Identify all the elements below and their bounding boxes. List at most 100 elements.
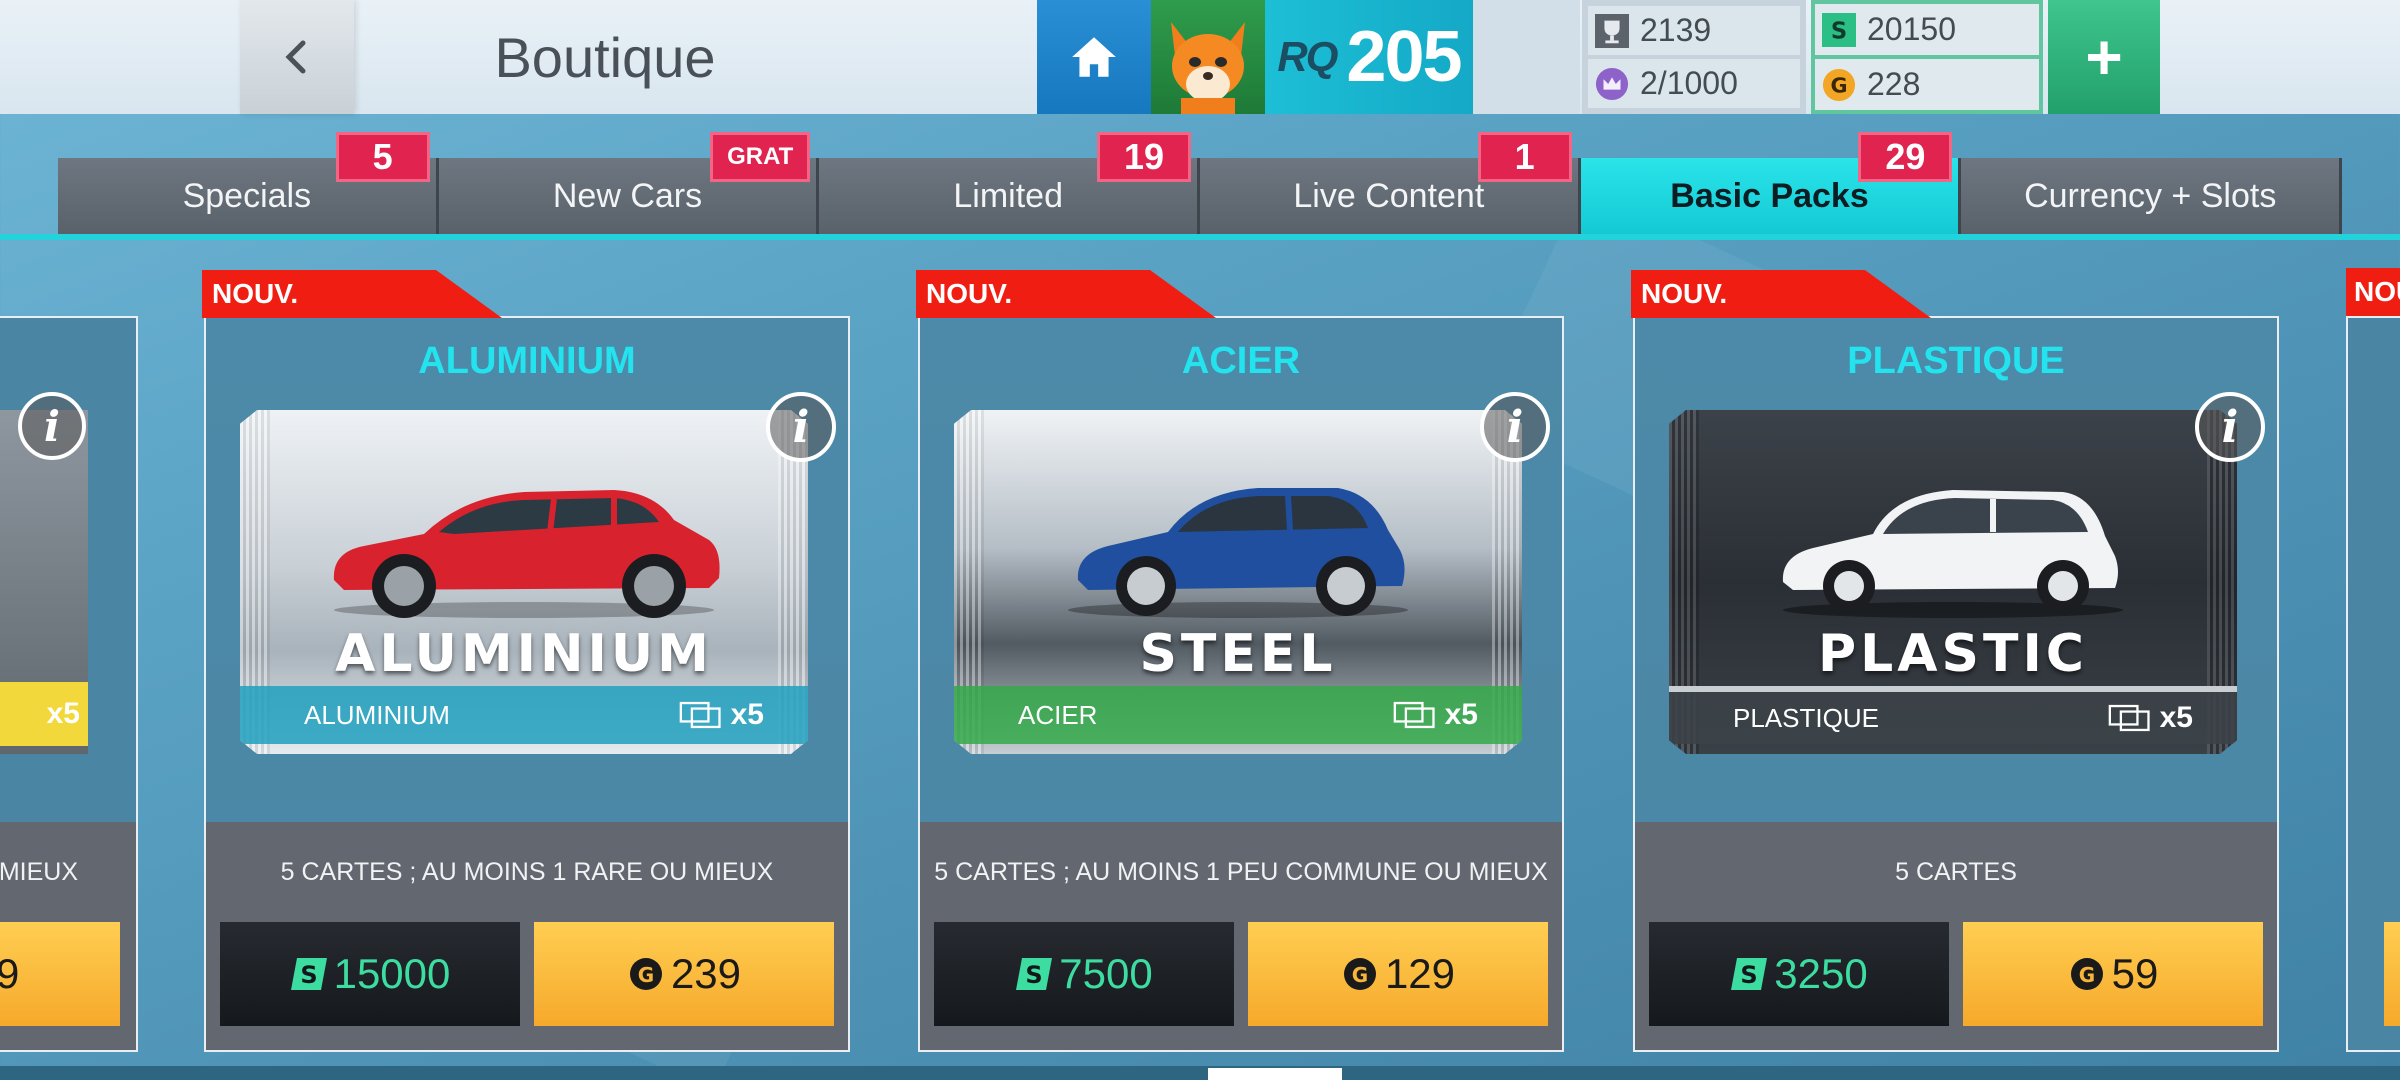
pack-card-partial-right[interactable] — [2346, 316, 2400, 1052]
home-button[interactable] — [1037, 0, 1151, 114]
rank-display[interactable]: RQ 205 — [1265, 0, 1473, 114]
buy-gold-button-partial[interactable] — [2384, 922, 2400, 1026]
gold-icon: G — [2068, 955, 2106, 993]
player-stats[interactable]: 2139 2/1000 — [1582, 0, 1806, 114]
pack-strip-label: ACIER — [1018, 699, 1098, 730]
cash-price: 15000 — [333, 950, 451, 997]
buy-row: S 7500 G 129 — [920, 922, 1562, 1050]
trophy-icon — [1594, 13, 1630, 49]
cards-stack-icon — [2108, 704, 2150, 732]
crowns-value: 2/1000 — [1640, 65, 1738, 101]
buy-row: 9 — [0, 922, 136, 1050]
tab-badge: 19 — [1097, 132, 1192, 182]
rank-spacer — [1473, 0, 1580, 114]
gold-price: 59 — [2111, 950, 2159, 997]
tab-label: Live Content — [1293, 176, 1485, 215]
tab-new-cars[interactable]: New Cars GRAT — [438, 132, 820, 234]
new-ribbon: NOUV. — [1631, 270, 1931, 318]
bottom-bar — [0, 1066, 2400, 1080]
info-icon[interactable]: i — [18, 392, 86, 460]
pack-name: PLASTIQUE — [1847, 340, 2065, 382]
gold-row: G 228 — [1815, 59, 2039, 110]
tab-badge: 1 — [1477, 132, 1572, 182]
pack-card-acier[interactable]: NOUV. ACIER STEEL ACIER x5 i 5 CARTES ; … — [916, 270, 1564, 1052]
cash-row: S 20150 — [1815, 4, 2039, 55]
info-icon[interactable]: i — [2195, 392, 2265, 462]
back-button[interactable] — [240, 0, 354, 114]
buy-row: S 15000 G 239 — [206, 922, 848, 1050]
svg-text:G: G — [2078, 963, 2094, 987]
buy-cash-button[interactable]: S 15000 — [220, 922, 520, 1026]
tab-currency-slots[interactable]: Currency + Slots — [1961, 158, 2343, 234]
svg-text:G: G — [1830, 73, 1847, 97]
gold-price: 9 — [0, 950, 20, 997]
rank-label: RQ — [1277, 33, 1338, 80]
pack-description: 5 CARTES ; AU MOINS 1 PEU COMMUNE OU MIE… — [920, 822, 1562, 922]
new-ribbon-partial: NOU — [2346, 268, 2400, 316]
pack-strip-label: ALUMINIUM — [304, 699, 450, 730]
add-currency-button[interactable]: + — [2048, 0, 2160, 114]
tab-live-content[interactable]: Live Content 1 — [1200, 132, 1581, 234]
svg-text:S: S — [1831, 18, 1847, 44]
currency-stats[interactable]: S 20150 G 228 — [1811, 0, 2043, 114]
info-icon[interactable]: i — [1480, 392, 1550, 462]
trophies-value: 2139 — [1640, 12, 1712, 48]
shop-tabs: Specials 5 New Cars GRAT Limited 19 Live… — [58, 132, 2343, 234]
gold-icon: G — [1821, 67, 1857, 103]
cash-icon: S — [1730, 955, 1768, 993]
tab-basic-packs[interactable]: Basic Packs 29 — [1580, 132, 1962, 234]
gold-value: 228 — [1867, 66, 1921, 102]
blue-hatchback-car-icon — [1068, 488, 1408, 618]
cash-icon: S — [290, 955, 328, 993]
buy-row: S 3250 G 59 — [1635, 922, 2277, 1050]
pack-card-plastique[interactable]: NOUV. PLASTIQUE PLASTIC PLASTIQUE x5 i 5… — [1631, 270, 2279, 1052]
buy-cash-button[interactable]: S 7500 — [934, 922, 1234, 1026]
pack-card-partial-left[interactable]: x5 i MIEUX 9 — [0, 316, 138, 1052]
pack-description: 5 CARTES — [1635, 822, 2277, 922]
tab-limited[interactable]: Limited 19 — [819, 132, 1201, 234]
pack-strip: ACIER x5 — [954, 686, 1522, 744]
pack-strip: PLASTIQUE x5 — [1669, 686, 2237, 744]
scroll-indicator[interactable] — [1208, 1068, 1342, 1080]
tab-underline — [0, 234, 2400, 240]
tab-badge: GRAT — [710, 132, 811, 182]
svg-text:S: S — [1741, 961, 1758, 989]
fox-avatar-icon — [1171, 22, 1245, 114]
tab-label: Specials — [182, 176, 312, 215]
new-ribbon: NOUV. — [916, 270, 1216, 318]
white-hatchback-car-icon — [1782, 490, 2123, 618]
pack-name: ACIER — [1181, 340, 1301, 382]
cards-stack-icon — [679, 701, 721, 729]
pack-image: ALUMINIUM ALUMINIUM x5 — [240, 410, 808, 754]
red-wagon-car-icon — [333, 490, 720, 618]
pack-name: ALUMINIUM — [418, 340, 636, 382]
card-count: x5 — [1393, 698, 1478, 732]
buy-gold-button[interactable]: G 59 — [1963, 922, 2263, 1026]
card-count-value: x5 — [1444, 698, 1478, 731]
tab-badge: 5 — [335, 132, 430, 182]
home-icon — [1072, 37, 1116, 77]
cash-price: 7500 — [1059, 950, 1153, 997]
buy-gold-button[interactable]: G 239 — [534, 922, 834, 1026]
card-count: x5 — [2108, 701, 2193, 735]
svg-text:G: G — [638, 963, 654, 987]
top-bar-tail — [2160, 0, 2400, 114]
buy-cash-button[interactable]: S 3250 — [1649, 922, 1949, 1026]
pack-title: PLASTIC — [1818, 624, 2088, 684]
pack-card-aluminium[interactable]: NOUV. ALUMINIUM ALUMINIUM ALUMINIUM x5 i… — [202, 270, 850, 1052]
tab-specials[interactable]: Specials 5 — [58, 132, 439, 234]
trophies-row: 2139 — [1588, 6, 1800, 55]
buy-gold-button[interactable]: G 129 — [1248, 922, 1548, 1026]
gold-price: 239 — [670, 950, 742, 997]
gold-icon: G — [627, 955, 665, 993]
page-title: Boutique — [494, 25, 716, 89]
cash-icon: S — [1821, 12, 1857, 48]
card-count-value: x5 — [2159, 701, 2193, 734]
crowns-row: 2/1000 — [1588, 59, 1800, 108]
tab-badge: 29 — [1858, 132, 1953, 182]
avatar[interactable] — [1151, 0, 1265, 114]
buy-gold-button[interactable]: 9 — [0, 922, 120, 1026]
cash-price: 3250 — [1774, 950, 1868, 997]
info-icon[interactable]: i — [766, 392, 836, 462]
gold-icon: G — [1341, 955, 1379, 993]
